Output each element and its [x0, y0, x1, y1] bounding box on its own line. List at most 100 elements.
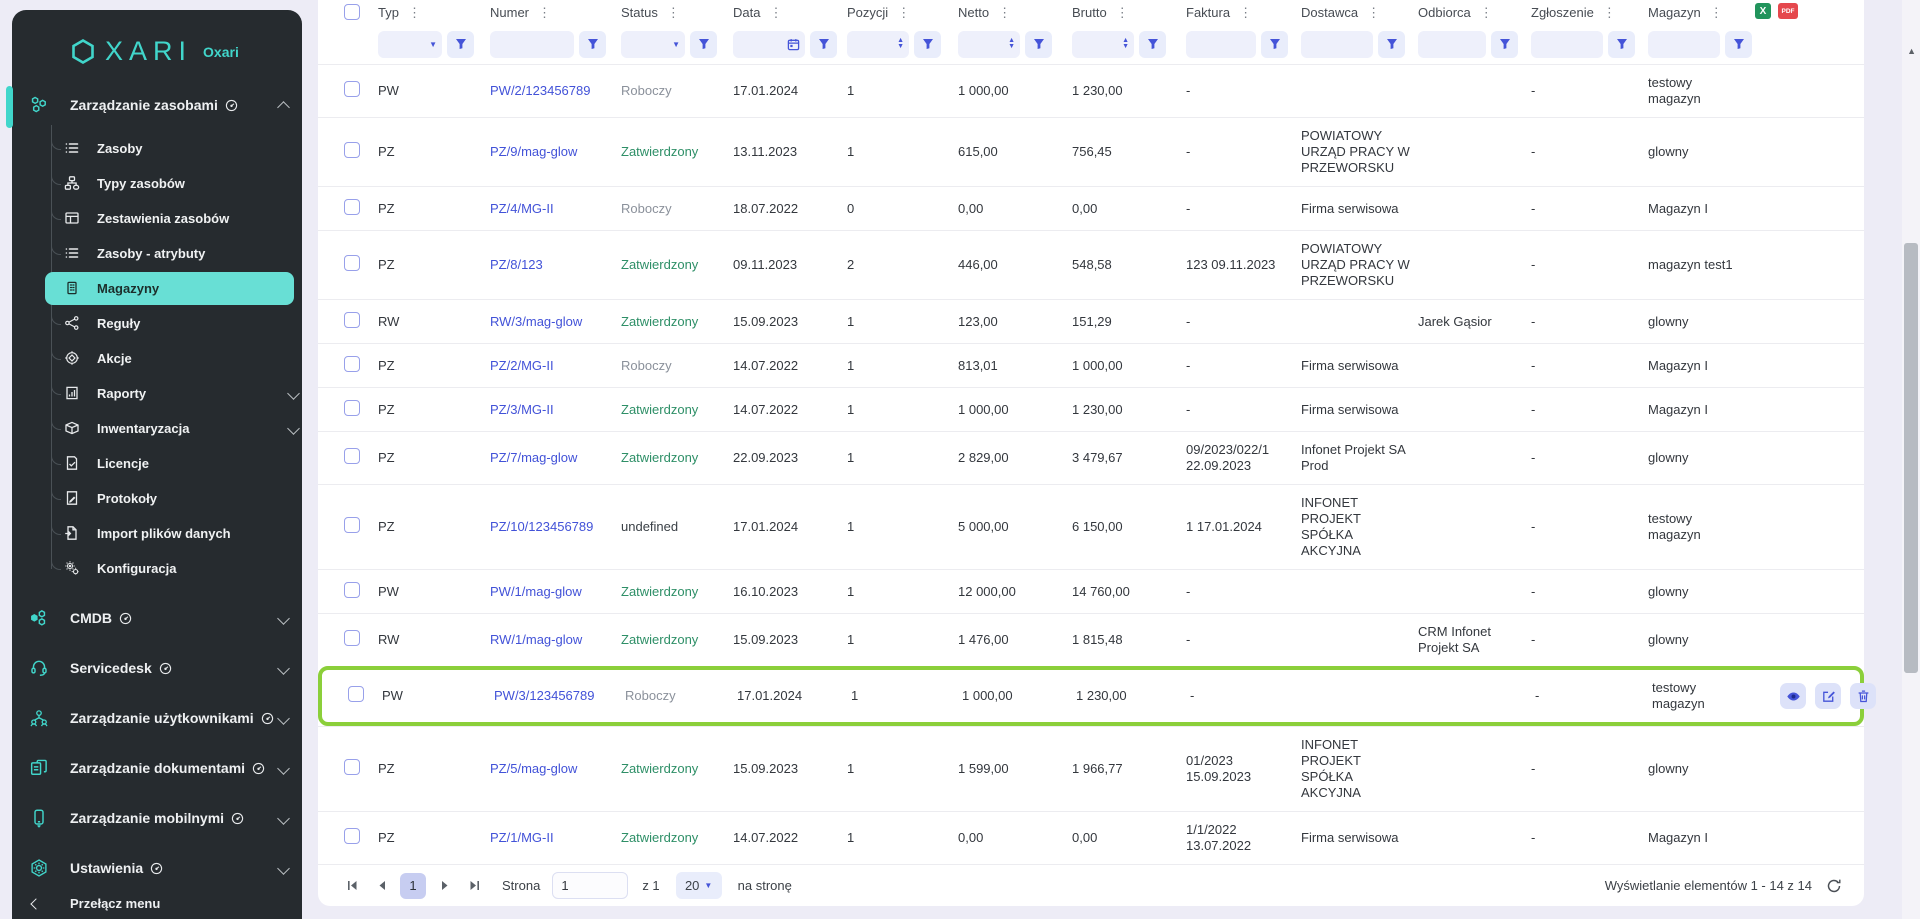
- pozycji-filter-button[interactable]: [914, 31, 941, 58]
- cell-numer-link[interactable]: PW/1/mag-glow: [490, 584, 621, 600]
- sidebar-item-konfiguracja[interactable]: Konfiguracja: [12, 551, 302, 586]
- pozycji-filter-input[interactable]: ▲▼: [847, 31, 909, 58]
- cell-numer-link[interactable]: PZ/7/mag-glow: [490, 450, 621, 466]
- cell-numer-link[interactable]: RW/3/mag-glow: [490, 314, 621, 330]
- cell-numer-link[interactable]: PZ/9/mag-glow: [490, 144, 621, 160]
- row-checkbox[interactable]: [344, 312, 360, 328]
- netto-filter-input[interactable]: ▲▼: [958, 31, 1020, 58]
- typ-filter-select[interactable]: ▼: [378, 31, 442, 58]
- sidebar-item-ustawienia[interactable]: Ustawienia: [12, 850, 302, 886]
- column-menu-icon[interactable]: ⋮: [1601, 6, 1618, 19]
- sidebar-item-cmdb[interactable]: CMDB: [12, 600, 302, 636]
- sidebar-item-raporty[interactable]: Raporty: [12, 376, 302, 411]
- row-checkbox[interactable]: [344, 199, 360, 215]
- cell-numer-link[interactable]: PZ/1/MG-II: [490, 830, 621, 846]
- numer-filter-input[interactable]: [490, 31, 574, 58]
- row-checkbox[interactable]: [344, 517, 360, 533]
- sidebar-item-servicedesk[interactable]: Servicedesk: [12, 650, 302, 686]
- column-menu-icon[interactable]: ⋮: [1478, 6, 1495, 19]
- cell-numer-link[interactable]: PW/3/123456789: [494, 688, 625, 704]
- sidebar-item-akcje[interactable]: Akcje: [12, 341, 302, 376]
- scroll-up-arrow[interactable]: ▲: [1907, 46, 1916, 56]
- sidebar-item-zasoby[interactable]: Zasoby: [12, 131, 302, 166]
- status-filter-button[interactable]: [690, 31, 717, 58]
- row-checkbox[interactable]: [344, 630, 360, 646]
- column-menu-icon[interactable]: ⋮: [406, 6, 423, 19]
- magazyn-filter-input[interactable]: [1648, 31, 1720, 58]
- odbiorca-filter-button[interactable]: [1491, 31, 1518, 58]
- cell-numer-link[interactable]: PZ/8/123: [490, 257, 621, 273]
- row-checkbox[interactable]: [344, 255, 360, 271]
- brutto-filter-input[interactable]: ▲▼: [1072, 31, 1134, 58]
- odbiorca-filter-input[interactable]: [1418, 31, 1486, 58]
- cell-numer-link[interactable]: PW/2/123456789: [490, 83, 621, 99]
- faktura-filter-button[interactable]: [1261, 31, 1288, 58]
- netto-filter-button[interactable]: [1025, 31, 1052, 58]
- first-page-button[interactable]: [340, 874, 364, 898]
- row-checkbox[interactable]: [344, 759, 360, 775]
- select-all-checkbox[interactable]: [344, 4, 360, 20]
- sidebar-item-zarzadzanie-mobilnymi[interactable]: Zarządzanie mobilnymi: [12, 800, 302, 836]
- sidebar-item-zarzadzanie-dokumentami[interactable]: Zarządzanie dokumentami: [12, 750, 302, 786]
- sidebar-item-licencje[interactable]: Licencje: [12, 446, 302, 481]
- page-size-select[interactable]: 20▼: [676, 872, 722, 899]
- typ-filter-button[interactable]: [447, 31, 474, 58]
- delete-row-button[interactable]: [1850, 683, 1876, 709]
- cell-numer-link[interactable]: PZ/10/123456789: [490, 519, 621, 535]
- row-checkbox[interactable]: [344, 400, 360, 416]
- current-page-button[interactable]: 1: [400, 873, 426, 899]
- row-checkbox[interactable]: [344, 582, 360, 598]
- last-page-button[interactable]: [462, 874, 486, 898]
- prev-page-button[interactable]: [370, 874, 394, 898]
- cell-numer-link[interactable]: PZ/3/MG-II: [490, 402, 621, 418]
- stepper-arrows[interactable]: ▲▼: [897, 38, 904, 51]
- column-menu-icon[interactable]: ⋮: [1237, 6, 1254, 19]
- column-menu-icon[interactable]: ⋮: [996, 6, 1013, 19]
- sidebar-item-zarzadzanie-zasobami[interactable]: Zarządzanie zasobami: [12, 87, 302, 123]
- sidebar-item-zasoby-atrybuty[interactable]: Zasoby - atrybuty: [12, 236, 302, 271]
- magazyn-filter-button[interactable]: [1725, 31, 1752, 58]
- column-menu-icon[interactable]: ⋮: [1708, 6, 1725, 19]
- brutto-filter-button[interactable]: [1139, 31, 1166, 58]
- data-filter-date-input[interactable]: [733, 31, 805, 58]
- sidebar-item-import-plikow[interactable]: Import plików danych: [12, 516, 302, 551]
- sidebar-item-protokoly[interactable]: Protokoły: [12, 481, 302, 516]
- sidebar-item-reguly[interactable]: Reguły: [12, 306, 302, 341]
- cell-numer-link[interactable]: RW/1/mag-glow: [490, 632, 621, 648]
- refresh-button[interactable]: [1826, 878, 1842, 894]
- column-menu-icon[interactable]: ⋮: [767, 6, 784, 19]
- scrollbar-thumb[interactable]: [1904, 243, 1918, 673]
- menu-toggle-button[interactable]: Przełącz menu: [12, 886, 302, 919]
- dostawca-filter-button[interactable]: [1378, 31, 1405, 58]
- dostawca-filter-input[interactable]: [1301, 31, 1373, 58]
- data-filter-button[interactable]: [810, 31, 837, 58]
- cell-numer-link[interactable]: PZ/4/MG-II: [490, 201, 621, 217]
- row-checkbox[interactable]: [344, 356, 360, 372]
- zgloszenie-filter-input[interactable]: [1531, 31, 1603, 58]
- view-row-button[interactable]: [1780, 683, 1806, 709]
- row-checkbox[interactable]: [348, 686, 364, 702]
- sidebar-item-magazyny[interactable]: Magazyny: [45, 272, 294, 305]
- stepper-arrows[interactable]: ▲▼: [1008, 38, 1015, 51]
- export-pdf-icon[interactable]: PDF: [1778, 3, 1798, 19]
- sidebar-item-typy-zasobow[interactable]: Typy zasobów: [12, 166, 302, 201]
- faktura-filter-input[interactable]: [1186, 31, 1256, 58]
- row-checkbox[interactable]: [344, 142, 360, 158]
- export-excel-icon[interactable]: X: [1755, 3, 1771, 19]
- edit-row-button[interactable]: [1815, 683, 1841, 709]
- status-filter-select[interactable]: ▼: [621, 31, 685, 58]
- cell-numer-link[interactable]: PZ/2/MG-II: [490, 358, 621, 374]
- sidebar-item-inwentaryzacja[interactable]: Inwentaryzacja: [12, 411, 302, 446]
- numer-filter-button[interactable]: [579, 31, 606, 58]
- zgloszenie-filter-button[interactable]: [1608, 31, 1635, 58]
- next-page-button[interactable]: [432, 874, 456, 898]
- stepper-arrows[interactable]: ▲▼: [1122, 38, 1129, 51]
- sidebar-item-zestawienia-zasobow[interactable]: Zestawienia zasobów: [12, 201, 302, 236]
- column-menu-icon[interactable]: ⋮: [536, 6, 553, 19]
- column-menu-icon[interactable]: ⋮: [895, 6, 912, 19]
- page-number-input[interactable]: [552, 872, 628, 899]
- row-checkbox[interactable]: [344, 81, 360, 97]
- sidebar-item-zarzadzanie-uzytkownikami[interactable]: Zarządzanie użytkownikami: [12, 700, 302, 736]
- row-checkbox[interactable]: [344, 448, 360, 464]
- column-menu-icon[interactable]: ⋮: [1365, 6, 1382, 19]
